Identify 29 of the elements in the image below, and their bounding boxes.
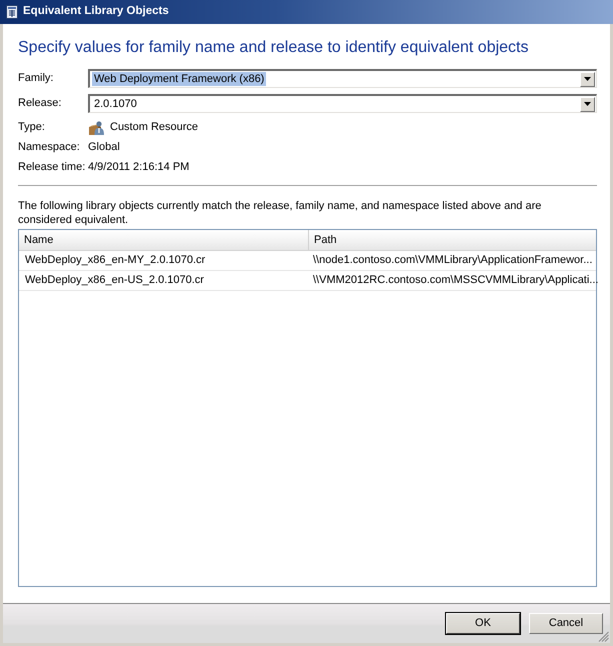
table-cell-text: \\VMM2012RC.contoso.com\MSSCVMMLibrary\Applicati... bbox=[312, 273, 598, 288]
field-label: Namespace: bbox=[18, 141, 81, 155]
box-person-icon bbox=[88, 120, 105, 136]
type-value: Custom Resource bbox=[110, 121, 198, 135]
field-label: Family: bbox=[18, 72, 54, 86]
dialog-heading: Specify values for family name and release to identify equivalent objects bbox=[18, 38, 530, 58]
table-cell-text: WebDeploy_x86_en-US_2.0.1070.cr bbox=[24, 273, 205, 288]
field-label: Release: bbox=[18, 96, 62, 110]
field-value: 2.0.1070 bbox=[93, 97, 138, 111]
field-value: Global bbox=[88, 141, 120, 155]
caret-icon bbox=[584, 77, 591, 81]
dropdown-field[interactable]: 2.0.1070 bbox=[88, 94, 597, 113]
field-value: 4/9/2011 2:16:14 PM bbox=[88, 161, 190, 175]
window-icon bbox=[6, 5, 18, 19]
table-cell-text: WebDeploy_x86_en-MY_2.0.1070.cr bbox=[24, 253, 206, 268]
field-label: Type: bbox=[18, 121, 46, 135]
field-label: Release time: bbox=[18, 161, 86, 175]
table-cell-text: \\node1.contoso.com\VMMLibrary\ApplicationFramewor... bbox=[312, 253, 594, 268]
caret-icon bbox=[584, 102, 591, 106]
field-value: Web Deployment Framework (x86) bbox=[92, 72, 266, 86]
dropdown-button[interactable] bbox=[580, 72, 595, 86]
description-text: The following library objects currently match the release, family name, and namespace listed above and are considered equivalent. bbox=[18, 199, 542, 227]
dialog-button[interactable]: Cancel bbox=[529, 613, 603, 634]
dropdown-button[interactable] bbox=[580, 96, 595, 112]
dialog-button[interactable]: OK bbox=[446, 613, 520, 634]
dropdown-field[interactable]: Web Deployment Framework (x86) bbox=[88, 69, 597, 88]
window-title: Equivalent Library Objects bbox=[23, 5, 169, 19]
column-header[interactable]: Name bbox=[19, 230, 309, 250]
column-header[interactable]: Path bbox=[309, 230, 596, 250]
